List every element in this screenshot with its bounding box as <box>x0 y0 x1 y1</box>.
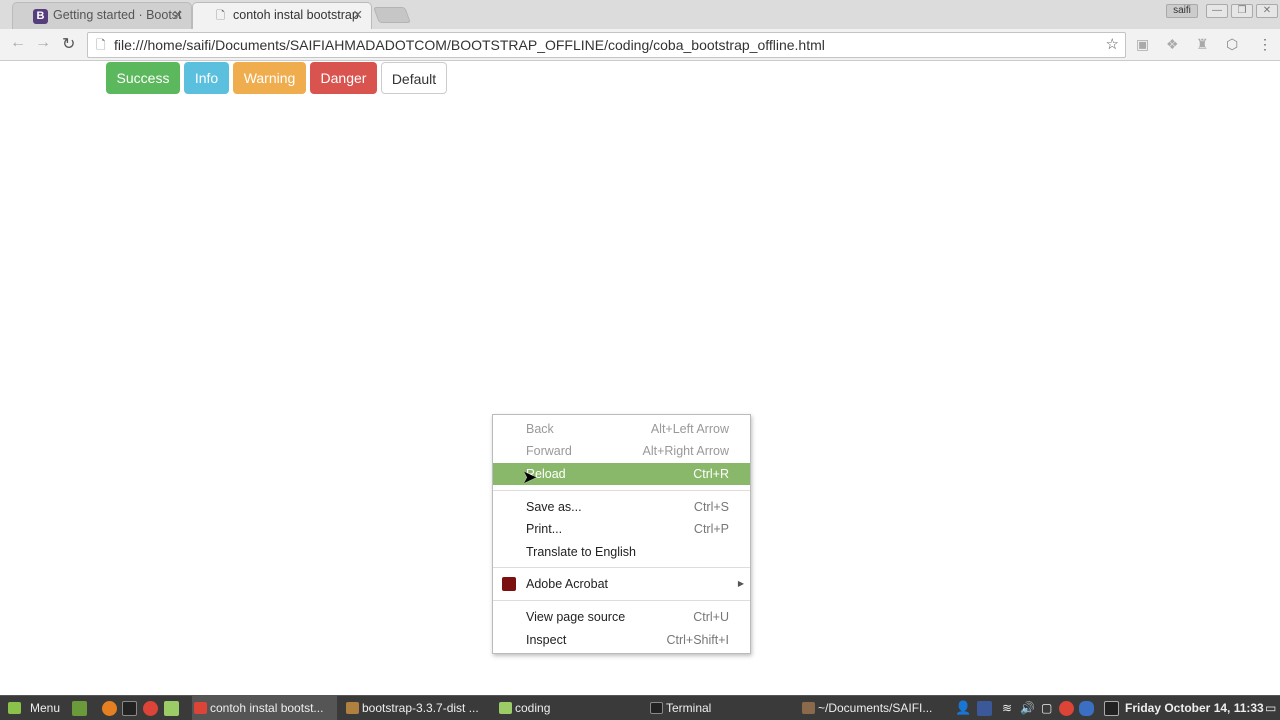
shortcut: Ctrl+Shift+I <box>666 633 729 647</box>
taskbar-window-terminal[interactable]: Terminal <box>648 696 793 720</box>
minimize-button[interactable]: — <box>1206 4 1228 18</box>
chrome-tray-icon[interactable] <box>1059 701 1074 716</box>
reload-icon[interactable]: ↻ <box>62 34 75 54</box>
tab-getting-started[interactable]: B Getting started · Bootst ✕ <box>12 2 192 29</box>
new-tab-button[interactable] <box>373 7 411 23</box>
extension-icon[interactable]: ♜ <box>1196 36 1209 53</box>
menu-item-back[interactable]: Back Alt+Left Arrow <box>493 418 750 440</box>
dropbox-extension-icon[interactable]: ❖ <box>1166 36 1179 53</box>
taskbar-window-archive[interactable]: bootstrap-3.3.7-dist ... <box>344 696 489 720</box>
menu-item-translate[interactable]: Translate to English <box>493 541 750 563</box>
back-icon[interactable]: ← <box>10 34 26 52</box>
taskbar-window-chrome[interactable]: contoh instal bootst... <box>192 696 337 720</box>
folder-icon <box>499 702 512 714</box>
bootstrap-icon: B <box>33 9 48 24</box>
firefox-icon[interactable] <box>102 701 117 716</box>
close-tab-icon[interactable]: ✕ <box>173 3 183 28</box>
clipboard-icon[interactable]: ▢ <box>1041 696 1052 720</box>
shield-icon[interactable] <box>1079 701 1094 716</box>
label: Print... <box>526 522 563 536</box>
user-icon[interactable]: 👤 <box>955 696 971 720</box>
menu-separator <box>493 490 750 491</box>
shortcut: Ctrl+U <box>693 610 729 624</box>
chrome-menu-icon[interactable]: ⋮ <box>1258 36 1272 53</box>
menu-item-inspect[interactable]: Inspect Ctrl+Shift+I <box>493 629 750 651</box>
menu-label: Menu <box>30 701 61 715</box>
label: View page source <box>526 610 626 624</box>
window-label: bootstrap-3.3.7-dist ... <box>362 701 479 715</box>
profile-button[interactable]: saifi <box>1166 4 1198 18</box>
menu-separator <box>493 567 750 568</box>
context-menu: Back Alt+Left Arrow Forward Alt+Right Arro… <box>492 414 751 654</box>
taskbar-window-coding[interactable]: coding <box>497 696 642 720</box>
label: Forward <box>526 444 572 458</box>
menu-item-view-source[interactable]: View page source Ctrl+U <box>493 606 750 628</box>
default-button[interactable]: Default <box>381 62 447 94</box>
close-window-button[interactable]: ✕ <box>1256 4 1278 18</box>
start-menu-button[interactable]: Menu <box>4 696 60 720</box>
taskbar: Menu contoh instal bootst... bootstrap-3… <box>0 695 1280 720</box>
archive-icon <box>346 702 359 714</box>
shortcut: Ctrl+P <box>693 522 729 536</box>
cube-extension-icon[interactable]: ⬡ <box>1226 36 1238 53</box>
menu-item-forward[interactable]: Forward Alt+Right Arrow <box>493 440 750 462</box>
volume-icon[interactable]: 🔊 <box>1020 696 1035 720</box>
bookmark-star-icon[interactable]: ☆ <box>1106 33 1119 57</box>
acrobat-extension-icon[interactable]: ▣ <box>1136 36 1149 53</box>
tab-title: Getting started · Bootst <box>53 8 182 22</box>
submenu-arrow-icon: ▶ <box>737 579 744 588</box>
warning-button[interactable]: Warning <box>233 62 306 94</box>
acrobat-icon <box>502 577 516 591</box>
menu-separator <box>493 600 750 601</box>
url-text: file:///home/saifi/Documents/SAIFIAHMADA… <box>114 37 825 53</box>
chrome-icon <box>194 702 207 714</box>
tab-title: contoh instal bootstrap <box>233 8 359 22</box>
restore-button[interactable]: ❐ <box>1231 4 1253 18</box>
success-button[interactable]: Success <box>106 62 180 94</box>
info-button[interactable]: Info <box>184 62 229 94</box>
window-label: coding <box>515 701 551 715</box>
mint-logo-icon <box>8 702 21 714</box>
window-label: Terminal <box>666 701 712 715</box>
danger-button[interactable]: Danger <box>310 62 377 94</box>
clock[interactable]: Friday October 14, 11:33 <box>1125 696 1264 720</box>
window-label: ~/Documents/SAIFI... <box>818 701 933 715</box>
image-viewer-icon <box>802 702 815 714</box>
menu-item-save-as[interactable]: Save as... Ctrl+S <box>493 496 750 518</box>
browser-toolbar: ← → ↻ 🗋 file:///home/saifi/Documents/SAI… <box>0 29 1280 61</box>
notification-icon[interactable]: ▭ <box>1265 696 1276 720</box>
taskbar-window-documents[interactable]: ~/Documents/SAIFI... <box>800 696 945 720</box>
keyboard-layout-us-icon[interactable] <box>977 701 992 716</box>
show-desktop-icon[interactable] <box>72 701 87 716</box>
terminal-launcher-icon[interactable] <box>122 701 137 716</box>
update-icon[interactable] <box>1104 701 1119 716</box>
label: Save as... <box>526 500 582 514</box>
shortcut: Alt+Right Arrow <box>642 444 730 458</box>
mouse-cursor: ➤ <box>522 467 538 487</box>
address-bar[interactable]: 🗋 file:///home/saifi/Documents/SAIFIAHMA… <box>87 32 1126 58</box>
shortcut: Ctrl+S <box>693 500 729 514</box>
label: Back <box>526 422 554 436</box>
window-label: contoh instal bootst... <box>210 701 324 715</box>
shortcut: Ctrl+R <box>693 467 729 481</box>
files-launcher-icon[interactable] <box>164 701 179 716</box>
label: Inspect <box>526 633 567 647</box>
terminal-icon <box>650 702 663 714</box>
menu-item-adobe-acrobat[interactable]: Adobe Acrobat ▶ <box>493 573 750 595</box>
close-tab-icon[interactable]: ✕ <box>353 3 363 28</box>
shortcut: Alt+Left Arrow <box>650 422 729 436</box>
tab-strip: B Getting started · Bootst ✕ 🗋 contoh in… <box>0 0 1280 29</box>
chrome-launcher-icon[interactable] <box>143 701 158 716</box>
wifi-icon[interactable]: ≋ <box>1002 696 1012 720</box>
page-info-icon: 🗋 <box>96 38 106 52</box>
page-icon: 🗋 <box>216 10 225 22</box>
forward-icon[interactable]: → <box>35 34 51 52</box>
label: Translate to English <box>526 545 637 559</box>
label: Adobe Acrobat <box>526 577 609 591</box>
tab-contoh-instal[interactable]: 🗋 contoh instal bootstrap ✕ <box>192 2 372 29</box>
menu-item-print[interactable]: Print... Ctrl+P <box>493 518 750 540</box>
